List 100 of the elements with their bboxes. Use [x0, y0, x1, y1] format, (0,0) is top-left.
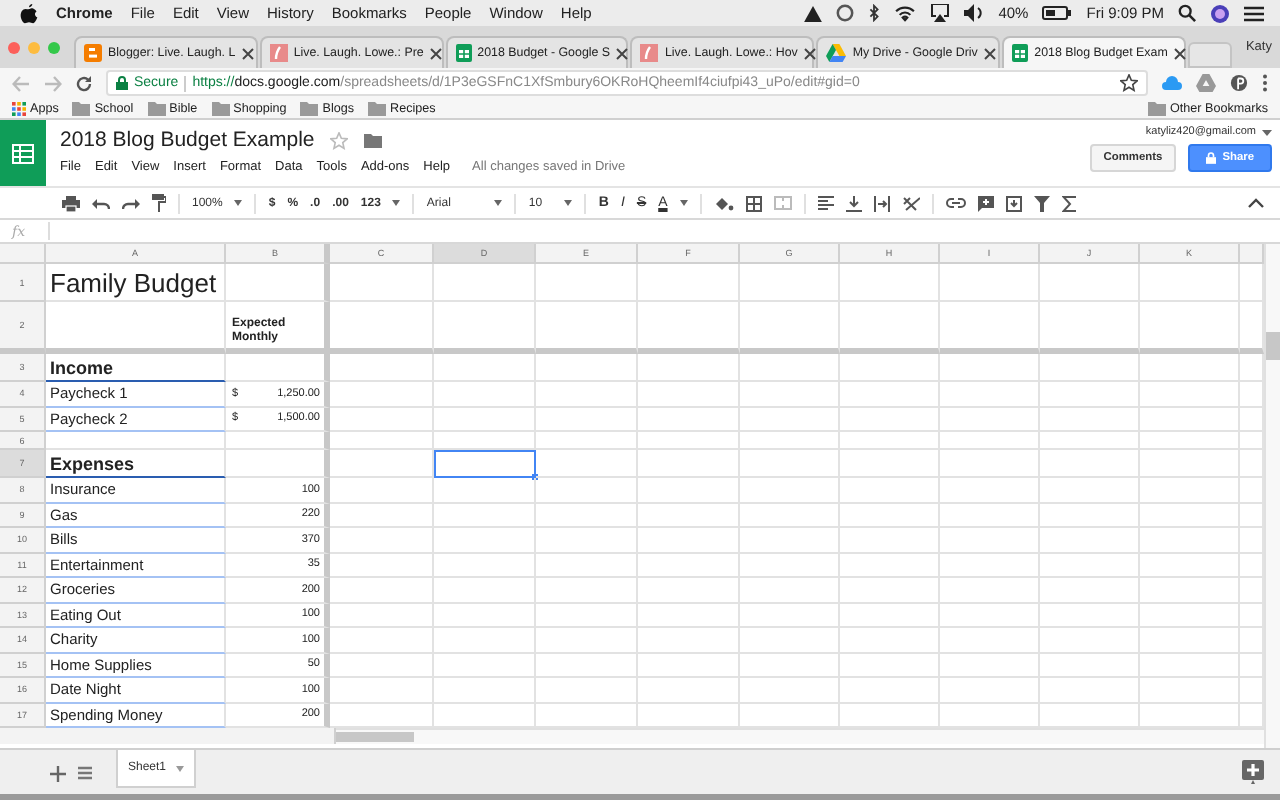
empty-cell[interactable] [330, 503, 434, 528]
empty-cell[interactable] [740, 678, 840, 703]
empty-cell[interactable] [536, 478, 638, 503]
caret-icon[interactable] [176, 765, 185, 771]
empty-cell[interactable] [434, 528, 536, 553]
empty-cell[interactable] [226, 450, 330, 478]
empty-cell[interactable] [638, 407, 740, 432]
empty-cell[interactable] [226, 354, 330, 382]
empty-cell[interactable] [536, 653, 638, 678]
caret-icon[interactable] [679, 200, 688, 206]
empty-cell[interactable] [536, 553, 638, 578]
battery-icon[interactable] [1042, 6, 1073, 20]
empty-cell[interactable] [638, 578, 740, 603]
empty-cell[interactable] [840, 354, 940, 382]
empty-cell[interactable] [840, 302, 940, 354]
empty-cell[interactable] [740, 653, 840, 678]
empty-cell[interactable] [940, 603, 1040, 628]
close-icon[interactable] [616, 47, 629, 59]
empty-cell[interactable] [536, 450, 638, 478]
search-icon[interactable] [1178, 4, 1196, 22]
empty-cell[interactable] [1040, 603, 1140, 628]
empty-cell[interactable] [330, 553, 434, 578]
airplay-icon[interactable] [930, 4, 951, 22]
star-icon[interactable] [330, 131, 349, 149]
volume-icon[interactable] [964, 4, 985, 22]
empty-cell[interactable] [740, 264, 840, 302]
empty-cell[interactable] [434, 603, 536, 628]
empty-cell[interactable] [1040, 264, 1140, 302]
empty-cell[interactable] [740, 450, 840, 478]
empty-cell[interactable] [1140, 432, 1240, 450]
empty-cell[interactable] [940, 553, 1040, 578]
empty-cell[interactable] [740, 407, 840, 432]
empty-cell[interactable] [940, 407, 1040, 432]
empty-cell[interactable] [638, 603, 740, 628]
empty-cell[interactable] [536, 678, 638, 703]
empty-cell[interactable] [434, 578, 536, 603]
empty-cell[interactable] [1040, 678, 1140, 703]
close-icon[interactable] [983, 47, 996, 59]
align-left-icon[interactable] [817, 196, 834, 210]
forward-arrow-icon[interactable] [44, 75, 62, 91]
empty-cell[interactable] [1140, 354, 1240, 382]
empty-cell[interactable] [434, 264, 536, 302]
list-icon[interactable] [1244, 5, 1264, 21]
caret-icon[interactable] [1262, 129, 1272, 135]
empty-cell[interactable] [434, 382, 536, 407]
empty-cell[interactable] [1040, 478, 1140, 503]
empty-cell[interactable] [330, 478, 434, 503]
empty-cell[interactable] [330, 382, 434, 407]
empty-cell[interactable] [1040, 302, 1140, 354]
circle-icon[interactable] [836, 4, 855, 22]
empty-cell[interactable] [330, 578, 434, 603]
empty-cell[interactable] [840, 653, 940, 678]
empty-cell[interactable] [330, 302, 434, 354]
empty-cell[interactable] [434, 302, 536, 354]
empty-cell[interactable] [740, 578, 840, 603]
empty-cell[interactable] [330, 407, 434, 432]
empty-cell[interactable] [840, 528, 940, 553]
empty-cell[interactable] [434, 553, 536, 578]
empty-cell[interactable] [940, 628, 1040, 653]
comment-icon[interactable] [977, 195, 994, 211]
empty-cell[interactable] [940, 528, 1040, 553]
bluetooth-icon[interactable] [868, 4, 881, 22]
maximize-window-icon[interactable] [48, 41, 60, 53]
empty-cell[interactable] [330, 653, 434, 678]
empty-cell[interactable] [1040, 382, 1140, 407]
add-sheet-icon[interactable] [50, 766, 66, 782]
empty-cell[interactable] [536, 528, 638, 553]
column-header[interactable] [1240, 244, 1264, 264]
empty-cell[interactable] [1040, 653, 1140, 678]
empty-cell[interactable] [840, 553, 940, 578]
empty-cell[interactable] [330, 628, 434, 653]
empty-cell[interactable] [638, 528, 740, 553]
empty-cell[interactable] [536, 407, 638, 432]
empty-cell[interactable] [536, 264, 638, 302]
drive-icon[interactable] [1196, 74, 1216, 92]
empty-cell[interactable] [638, 653, 740, 678]
reload-icon[interactable] [76, 75, 92, 91]
header-corner[interactable] [0, 244, 46, 264]
scrollbar-thumb[interactable] [1266, 332, 1280, 360]
empty-cell[interactable] [1140, 264, 1240, 302]
empty-cell[interactable] [940, 450, 1040, 478]
empty-cell[interactable] [940, 354, 1040, 382]
empty-cell[interactable] [226, 432, 330, 450]
empty-cell[interactable] [434, 478, 536, 503]
empty-cell[interactable] [1140, 553, 1240, 578]
empty-cell[interactable] [1040, 578, 1140, 603]
empty-cell[interactable] [1140, 528, 1240, 553]
empty-cell[interactable] [940, 264, 1040, 302]
empty-cell[interactable] [1040, 628, 1140, 653]
empty-cell[interactable] [226, 264, 330, 302]
empty-cell[interactable] [536, 603, 638, 628]
empty-cell[interactable] [638, 553, 740, 578]
close-window-icon[interactable] [8, 41, 20, 53]
empty-cell[interactable] [1040, 503, 1140, 528]
sum-icon[interactable] [1061, 195, 1076, 211]
empty-cell[interactable] [840, 603, 940, 628]
empty-cell[interactable] [1040, 407, 1140, 432]
undo-icon[interactable] [92, 197, 110, 209]
empty-cell[interactable] [1140, 578, 1240, 603]
empty-cell[interactable] [740, 528, 840, 553]
